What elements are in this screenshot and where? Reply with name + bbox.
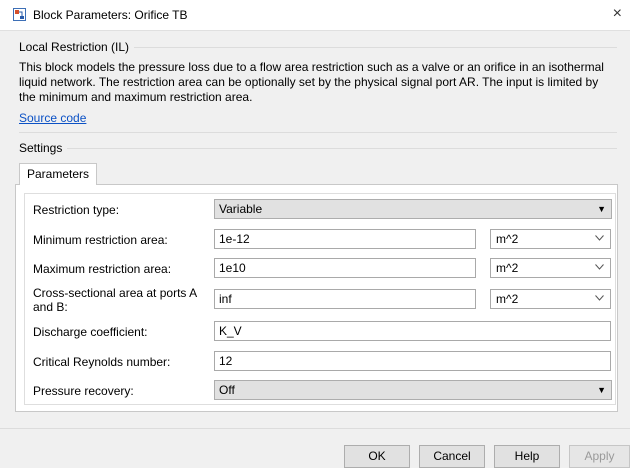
source-code-link[interactable]: Source code [19, 111, 86, 125]
min-area-unit-select[interactable]: m^2 [490, 229, 611, 249]
tab-parameters[interactable]: Parameters [19, 163, 97, 185]
section-divider [19, 132, 617, 133]
pressure-recovery-value: Off [219, 383, 235, 397]
settings-divider [19, 148, 617, 149]
reynolds-number-field[interactable]: 12 [214, 351, 611, 371]
discharge-coefficient-field[interactable]: K_V [214, 321, 611, 341]
cross-area-label-line2: and B: [33, 300, 68, 314]
help-button[interactable]: Help [494, 445, 560, 468]
restriction-type-label: Restriction type: [33, 203, 120, 217]
restriction-type-value: Variable [219, 202, 263, 216]
footer-divider [0, 428, 630, 429]
pressure-recovery-select[interactable]: Off ▼ [214, 380, 612, 400]
min-area-field[interactable]: 1e-12 [214, 229, 476, 249]
min-area-label: Minimum restriction area: [33, 233, 168, 247]
simulink-block-icon [13, 8, 26, 21]
cross-area-unit-select[interactable]: m^2 [490, 289, 611, 309]
chevron-down-icon [595, 264, 604, 270]
cross-area-field[interactable]: inf [214, 289, 476, 309]
min-area-unit-value: m^2 [496, 232, 519, 246]
cross-area-unit-value: m^2 [496, 292, 519, 306]
dropdown-triangle-icon: ▼ [597, 204, 606, 214]
pressure-recovery-label: Pressure recovery: [33, 384, 134, 398]
max-area-unit-value: m^2 [496, 261, 519, 275]
restriction-type-select[interactable]: Variable ▼ [214, 199, 612, 219]
dropdown-triangle-icon: ▼ [597, 385, 606, 395]
settings-label: Settings [19, 141, 68, 155]
apply-button[interactable]: Apply [569, 445, 630, 468]
block-description: This block models the pressure loss due … [19, 60, 604, 104]
discharge-coefficient-label: Discharge coefficient: [33, 325, 148, 339]
chevron-down-icon [595, 295, 604, 301]
cancel-button[interactable]: Cancel [419, 445, 485, 468]
chevron-down-icon [595, 235, 604, 241]
max-area-field[interactable]: 1e10 [214, 258, 476, 278]
cross-area-label-line1: Cross-sectional area at ports A [33, 286, 198, 300]
max-area-label: Maximum restriction area: [33, 262, 172, 276]
ok-button[interactable]: OK [344, 445, 410, 468]
close-icon[interactable]: × [613, 5, 622, 23]
max-area-unit-select[interactable]: m^2 [490, 258, 611, 278]
title-bar: Block Parameters: Orifice TB × [0, 0, 630, 31]
block-name-label: Local Restriction (IL) [19, 40, 135, 54]
reynolds-number-label: Critical Reynolds number: [33, 355, 171, 369]
window-title: Block Parameters: Orifice TB [33, 8, 188, 22]
